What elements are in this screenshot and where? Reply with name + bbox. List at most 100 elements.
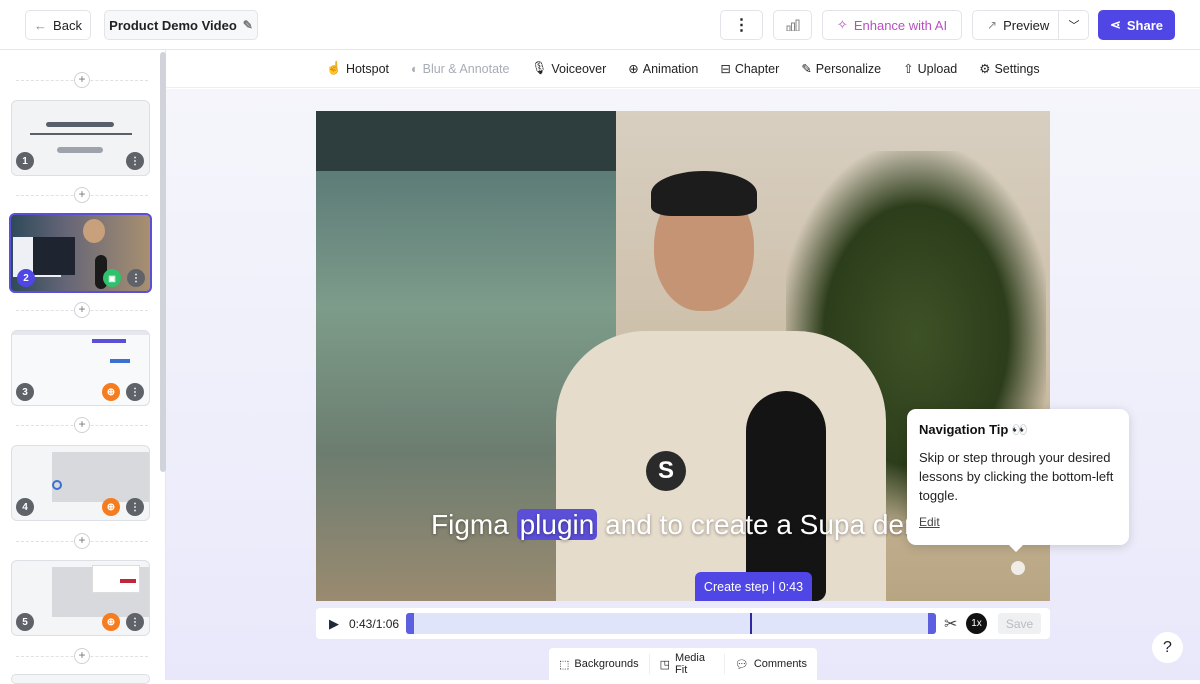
- trim-handle-end[interactable]: [928, 613, 936, 634]
- step-number-badge: 3: [16, 383, 34, 401]
- step-menu-button[interactable]: ⋮: [127, 269, 145, 287]
- donut-preview: [52, 480, 62, 490]
- tool-settings[interactable]: ⚙ Settings: [979, 61, 1039, 77]
- dialog-button-preview: [120, 579, 136, 583]
- presenter-hair: [651, 171, 757, 216]
- mic-icon: 🎙︎: [531, 61, 548, 75]
- video-camera-icon: ▣: [103, 269, 121, 287]
- tool-blur-annotate[interactable]: ◐ Blur & Annotate: [411, 62, 509, 76]
- editor-toolbar: ☝ Hotspot ◐ Blur & Annotate 🎙︎ Voiceover ⊕ A…: [166, 50, 1200, 88]
- button-placeholder: [57, 147, 103, 153]
- comments-button[interactable]: 💬︎ Comments: [725, 654, 817, 674]
- step-thumbnail-3[interactable]: 3 ⊕ ⋮: [11, 330, 150, 406]
- popup-title: Navigation Tip 👀: [919, 422, 1029, 437]
- playback-speed-button[interactable]: 1x: [966, 613, 987, 634]
- top-bar: ← Back Product Demo Video ✎ ⋮ ✧ Enhance …: [0, 0, 1200, 50]
- video-title-button[interactable]: Product Demo Video ✎: [104, 10, 258, 40]
- save-button[interactable]: Save: [998, 613, 1041, 634]
- share-button[interactable]: ⋖ Share: [1098, 10, 1175, 40]
- scissors-icon[interactable]: ✂: [944, 614, 957, 634]
- line-placeholder: [30, 133, 132, 135]
- comment-icon: 💬︎: [734, 658, 749, 671]
- microphone: [746, 391, 826, 601]
- chevron-down-icon: ﹀: [1068, 20, 1080, 32]
- popup-body: Skip or step through your desired lesson…: [919, 450, 1114, 503]
- enhance-ai-button[interactable]: ✧ Enhance with AI: [822, 10, 962, 40]
- zoom-icon: ⊕: [102, 498, 120, 516]
- zoom-icon: ⊕: [628, 62, 639, 76]
- presenter-face: [83, 219, 105, 243]
- add-step-divider: +: [16, 302, 148, 318]
- caption-highlight: plugin: [516, 509, 598, 540]
- map-preview: [52, 452, 149, 502]
- preview-dropdown-button[interactable]: ﹀: [1059, 11, 1089, 39]
- tool-personalize[interactable]: ✎ Personalize: [801, 61, 881, 77]
- blur-icon: ◐: [411, 61, 419, 76]
- play-icon: ▶: [329, 616, 339, 631]
- tool-chapter[interactable]: ⊟ Chapter: [720, 61, 779, 77]
- time-display: 0:43/1:06: [349, 617, 400, 631]
- window-frame: [316, 111, 616, 171]
- title-placeholder: [46, 122, 114, 127]
- add-step-divider: +: [16, 648, 148, 664]
- popup-edit-link[interactable]: Edit: [919, 515, 1117, 529]
- tool-voiceover[interactable]: 🎙︎ Voiceover: [531, 61, 606, 76]
- media-fit-button[interactable]: ◳ Media Fit: [650, 652, 725, 676]
- add-step-button[interactable]: +: [74, 417, 90, 433]
- backgrounds-button[interactable]: ⬚ Backgrounds: [549, 654, 650, 674]
- bar-chart-icon: [786, 19, 799, 31]
- pen-icon: ✎: [801, 62, 812, 76]
- add-step-button[interactable]: +: [74, 533, 90, 549]
- caption-text: Figma plugin and to create a Supa den: [431, 509, 920, 540]
- step-number-badge: 5: [16, 613, 34, 631]
- upload-icon: ⇧: [903, 62, 914, 76]
- step-menu-button[interactable]: ⋮: [126, 613, 144, 631]
- step-number-badge: 2: [17, 269, 35, 287]
- menu-highlight: [92, 339, 126, 343]
- step-thumbnail-5[interactable]: 5 ⊕ ⋮: [11, 560, 150, 636]
- zoom-icon: ⊕: [102, 613, 120, 631]
- gear-icon: ⚙: [979, 62, 991, 76]
- add-step-button[interactable]: +: [74, 72, 90, 88]
- zoom-icon: ⊕: [102, 383, 120, 401]
- tool-hotspot[interactable]: ☝ Hotspot: [326, 61, 389, 76]
- pointer-icon: ☝: [326, 61, 342, 75]
- step-thumbnail-4[interactable]: 4 ⊕ ⋮: [11, 445, 150, 521]
- add-step-button[interactable]: +: [74, 302, 90, 318]
- playhead[interactable]: [749, 613, 752, 634]
- more-options-button[interactable]: ⋮: [720, 10, 763, 40]
- add-step-button[interactable]: +: [74, 187, 90, 203]
- browser-bar: [12, 331, 149, 335]
- step-number-badge: 4: [16, 498, 34, 516]
- play-button[interactable]: ▶: [329, 616, 339, 632]
- pencil-icon: ✎: [242, 18, 253, 32]
- add-step-divider: +: [16, 417, 148, 433]
- tool-animation[interactable]: ⊕ Animation: [628, 61, 698, 77]
- add-step-divider: +: [16, 187, 148, 203]
- timeline-track[interactable]: [406, 613, 936, 634]
- create-step-button[interactable]: Create step | 0:43: [695, 572, 812, 601]
- add-step-button[interactable]: +: [74, 648, 90, 664]
- hotspot-dot[interactable]: [1011, 561, 1025, 575]
- step-menu-button[interactable]: ⋮: [126, 383, 144, 401]
- step-thumbnail-6[interactable]: [11, 674, 150, 684]
- trim-handle-start[interactable]: [406, 613, 414, 634]
- shirt-logo: S: [646, 451, 686, 491]
- chart-bars: [110, 359, 130, 363]
- step-thumbnail-2[interactable]: 2 ▣ ⋮: [9, 213, 152, 293]
- step-number-badge: 1: [16, 152, 34, 170]
- step-menu-button[interactable]: ⋮: [126, 152, 144, 170]
- presenter-shirt: [556, 331, 886, 601]
- share-icon: ⋖: [1109, 17, 1121, 32]
- video-title: Product Demo Video: [109, 17, 237, 33]
- step-thumbnail-1[interactable]: 1 ⋮: [11, 100, 150, 176]
- analytics-button[interactable]: [773, 10, 812, 40]
- add-step-divider: +: [16, 533, 148, 549]
- backgrounds-icon: ⬚: [559, 658, 570, 671]
- step-menu-button[interactable]: ⋮: [126, 498, 144, 516]
- help-button[interactable]: ?: [1152, 632, 1183, 663]
- arrow-left-icon: ←: [34, 17, 48, 33]
- vertical-dots-icon: ⋮: [733, 17, 750, 34]
- back-button[interactable]: ← Back: [25, 10, 91, 40]
- tool-upload[interactable]: ⇧ Upload: [903, 61, 957, 77]
